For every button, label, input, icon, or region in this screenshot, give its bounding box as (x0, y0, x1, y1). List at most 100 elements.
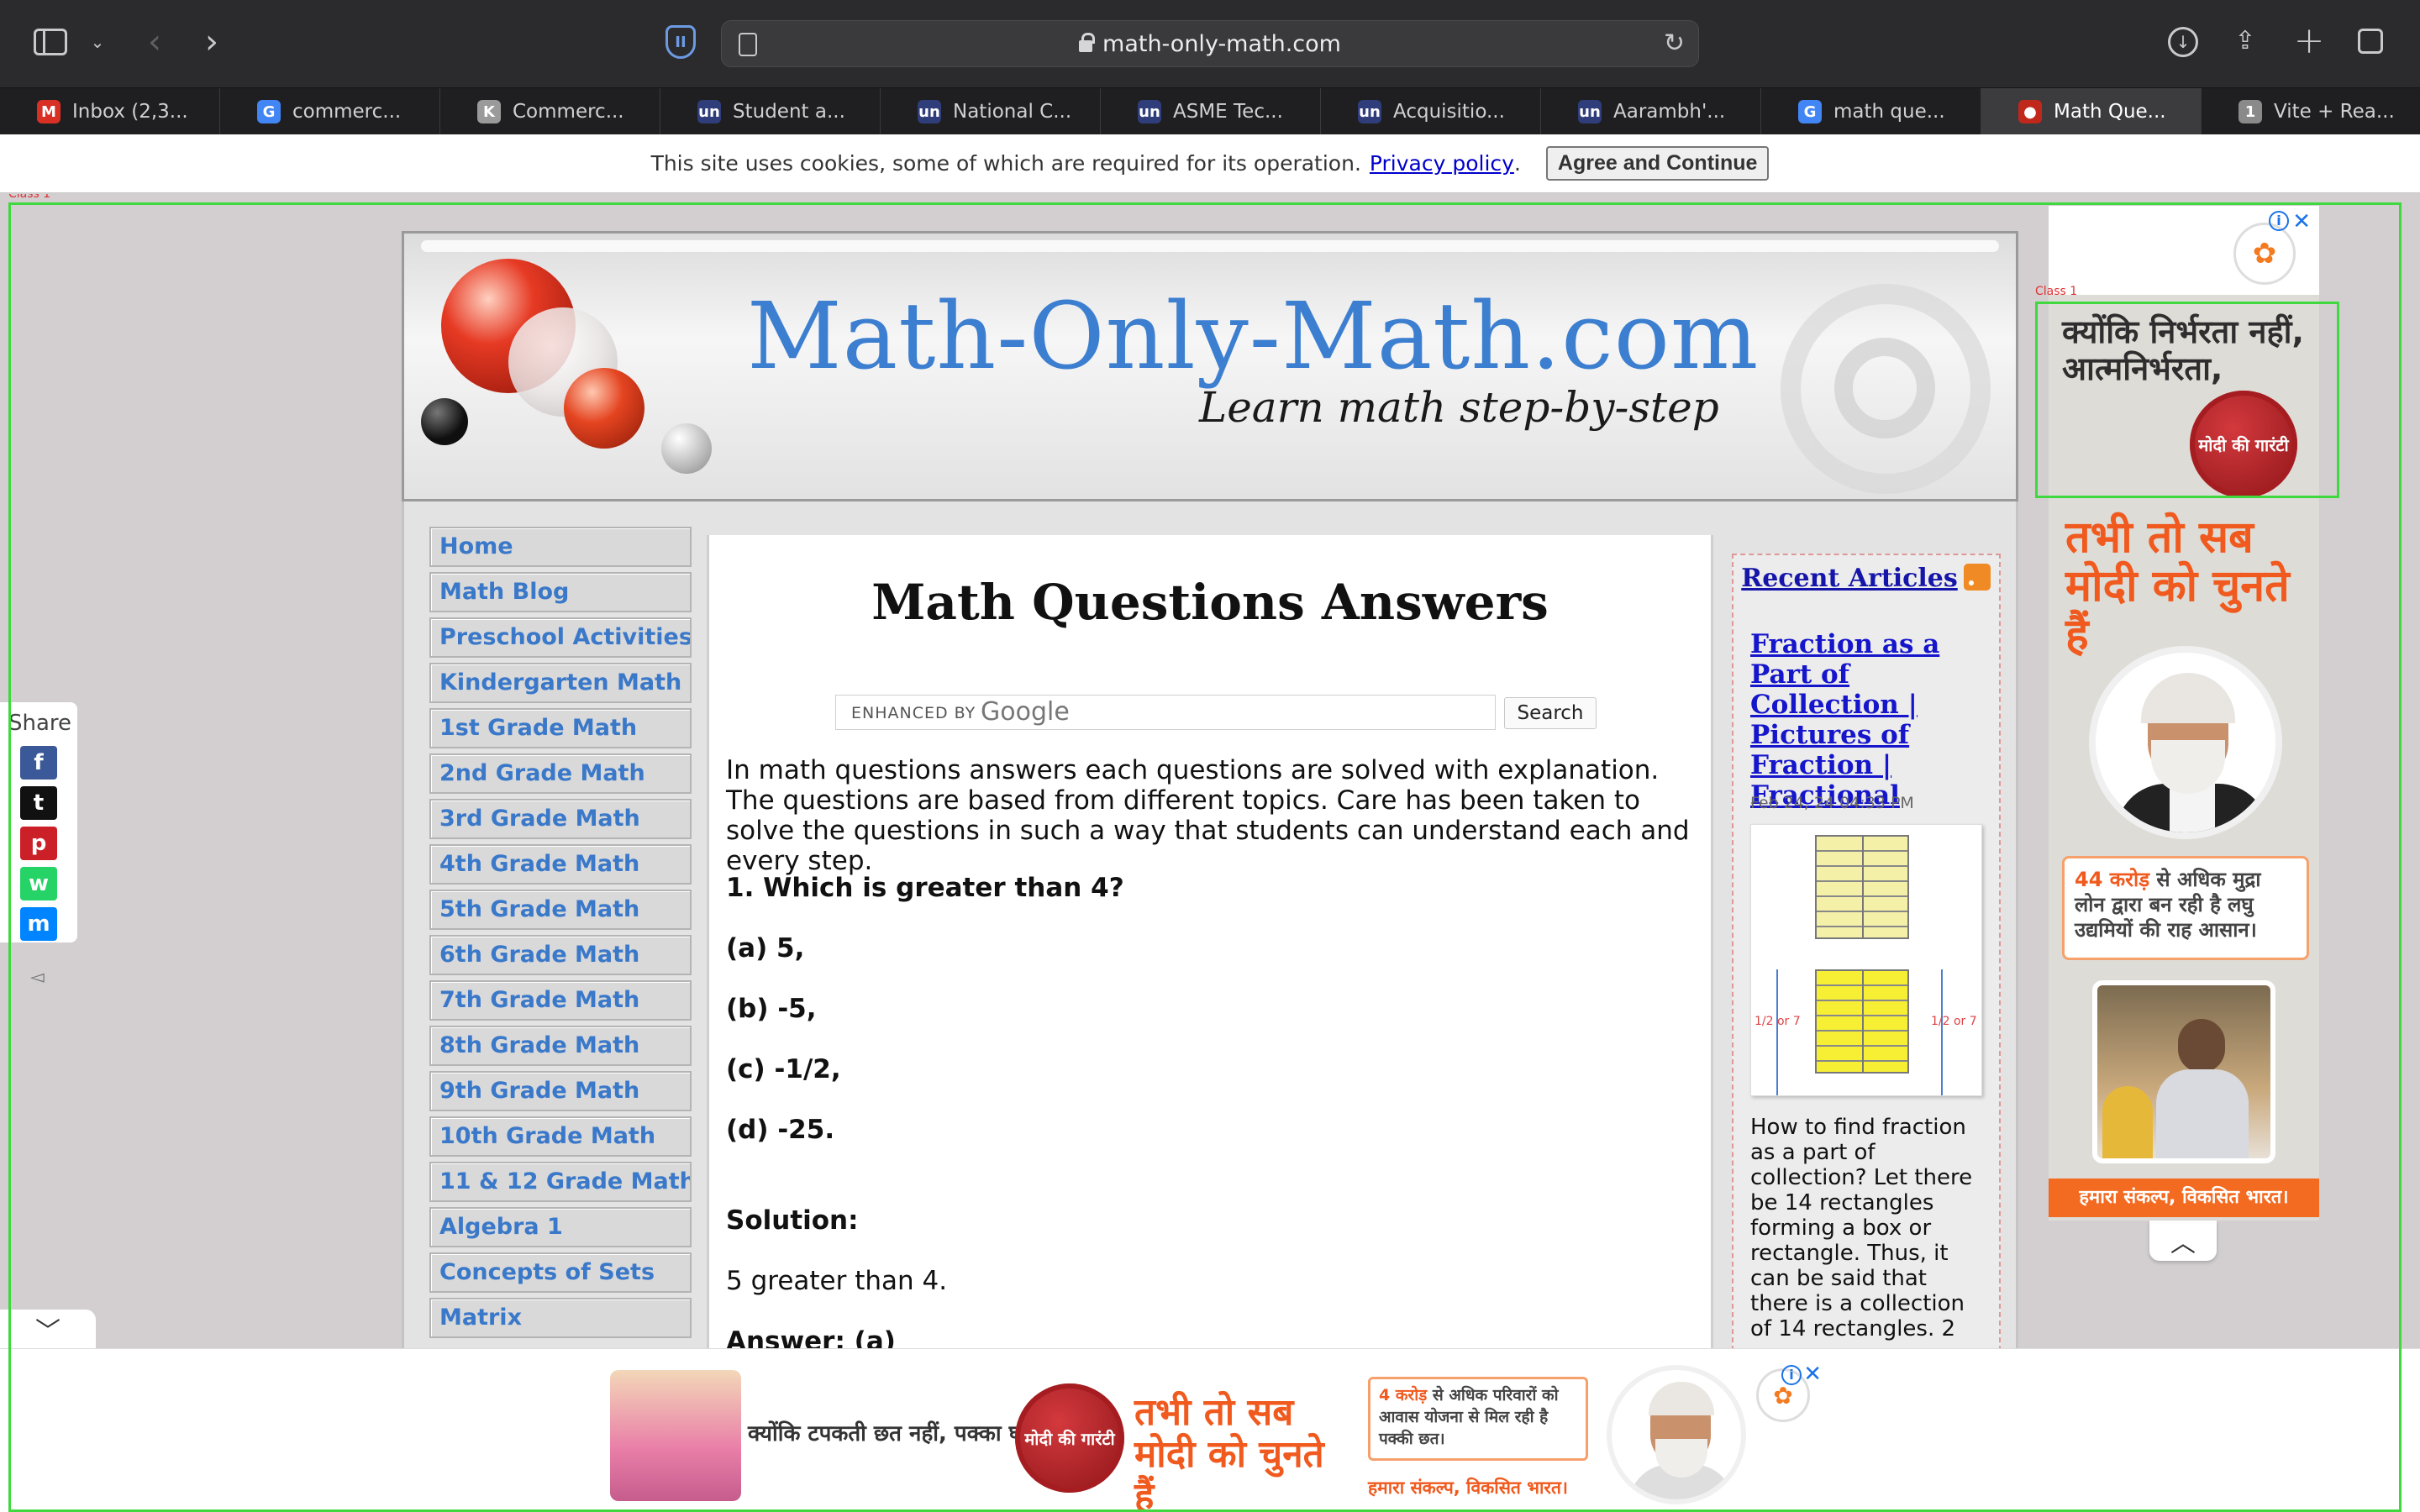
share-label: Share (8, 711, 72, 736)
ad-footer: हमारा संकल्प, विकसित भारत। (2049, 1179, 2319, 1217)
share-bar: Share ftpwm (0, 702, 77, 942)
browser-tab[interactable]: un Acquisitio... (1321, 88, 1541, 135)
decor-ball (564, 368, 644, 449)
recent-article-link[interactable]: Fraction as a Part of Collection | Pictu… (1750, 629, 1994, 811)
nav-item[interactable]: Matrix (429, 1298, 692, 1338)
tab-label: math que... (1833, 101, 1945, 123)
overlay-box-tag: Class 1 (2035, 285, 2078, 298)
google-icon: G (1798, 100, 1822, 123)
ad-promo-card: 44 करोड़ से अधिक मुद्रा लोन द्वारा बन रह… (2062, 856, 2309, 960)
ad-family-photo (610, 1370, 741, 1501)
nav-item[interactable]: Kindergarten Math (429, 663, 692, 703)
nav-item[interactable]: Preschool Activities (429, 617, 692, 658)
cookie-text: This site uses cookies, some of which ar… (650, 151, 1361, 176)
bottom-leader-portrait (1607, 1365, 1746, 1504)
nav-item[interactable]: 11 & 12 Grade Math (429, 1162, 692, 1202)
sidebar-toggle-icon[interactable] (34, 29, 67, 55)
recent-articles-title[interactable]: Recent Articles (1733, 564, 1965, 593)
option-a: (a) 5, (726, 933, 805, 963)
agree-and-continue-button[interactable]: Agree and Continue (1545, 146, 1770, 181)
bottom-close-ad-icon[interactable]: ✕ (1803, 1362, 1822, 1387)
page-content: Math-Only-Math.com Learn math step-by-st… (0, 194, 2420, 1512)
collapse-ad-button[interactable]: ﹀ (0, 1310, 96, 1348)
browser-tab[interactable]: ● Math Que... (1981, 88, 2202, 135)
back-icon[interactable]: ‹ (141, 23, 168, 61)
fraction-grid-bottom (1815, 969, 1909, 1074)
browser-tab[interactable]: Gcommerc... (220, 88, 440, 135)
overlay-box (2035, 302, 2339, 498)
pinterest-share-button[interactable]: p (20, 827, 57, 860)
tab-bar: M Inbox (2,3... Gcommerc... K Commerc... un St… (0, 87, 2420, 135)
rss-icon[interactable] (1964, 564, 1991, 591)
nav-item[interactable]: 2nd Grade Math (429, 753, 692, 794)
privacy-shield-icon[interactable]: II (666, 25, 696, 59)
share-icon[interactable]: ⇪ (2232, 24, 2259, 57)
chevron-down-icon[interactable]: ⌄ (87, 29, 108, 55)
nav-item[interactable]: Concepts of Sets (429, 1252, 692, 1293)
browser-tab[interactable]: un Aarambh'... (1541, 88, 1761, 135)
nav-item[interactable]: 3rd Grade Math (429, 799, 692, 839)
nav-item[interactable]: 9th Grade Math (429, 1071, 692, 1111)
facebook-share-button[interactable]: f (20, 746, 57, 780)
browser-tab[interactable]: Gmath que... (1761, 88, 1981, 135)
gmail-icon: M (37, 100, 60, 123)
browser-tab[interactable]: K Commerc... (440, 88, 660, 135)
twitter-share-button[interactable]: t (20, 786, 57, 820)
nav-item[interactable]: Home (429, 527, 692, 567)
nav-item[interactable]: 4th Grade Math (429, 844, 692, 885)
nav-item[interactable]: 10th Grade Math (429, 1116, 692, 1157)
option-c: (c) -1/2, (726, 1054, 841, 1084)
bottom-ad-tagline: क्योंकि टपकती छत नहीं, पक्का घर, (748, 1421, 1039, 1446)
new-tab-icon[interactable]: + (2292, 19, 2326, 62)
reload-icon[interactable]: ↻ (1664, 31, 1685, 56)
site-header[interactable]: Math-Only-Math.com Learn math step-by-st… (402, 231, 2018, 501)
address-bar[interactable]: math-only-math.com ↻ (721, 20, 1699, 67)
nav-item[interactable]: 8th Grade Math (429, 1026, 692, 1066)
question-text: 1. Which is greater than 4? (726, 873, 1124, 903)
solution-label: Solution: (726, 1205, 859, 1236)
share-collapse-icon[interactable]: ◅ (30, 967, 45, 988)
forward-icon[interactable]: › (198, 23, 225, 61)
tab-overview-icon[interactable] (2358, 29, 2383, 54)
ad-info-icon[interactable]: i (2269, 211, 2289, 231)
browser-tab[interactable]: un National C... (881, 88, 1101, 135)
site-title: Math-Only-Math.com (747, 282, 1760, 390)
bottom-ad-info-icon[interactable]: i (1781, 1365, 1802, 1385)
bottom-card-highlight: 4 करोड़ (1379, 1386, 1428, 1404)
nav-item[interactable]: Math Blog (429, 572, 692, 612)
nav-item[interactable]: 6th Grade Math (429, 935, 692, 975)
browser-tab[interactable]: M Inbox (2,3... (0, 88, 220, 135)
party-logo-icon: ✿ (2233, 223, 2296, 285)
unstop-icon: un (1138, 100, 1161, 123)
privacy-policy-link[interactable]: Privacy policy (1370, 151, 1514, 176)
whatsapp-share-button[interactable]: w (20, 867, 57, 900)
cookie-period: . (1513, 151, 1521, 176)
tab-label: commerc... (292, 101, 402, 123)
messenger-share-button[interactable]: m (20, 907, 57, 941)
search-input[interactable]: ENHANCED BY Google (835, 695, 1496, 730)
nav-item[interactable]: 7th Grade Math (429, 980, 692, 1021)
fraction-label-right: 1/2 or 7 (1931, 1015, 1977, 1028)
decor-ball (421, 398, 468, 445)
download-icon[interactable]: ↓ (2168, 27, 2198, 57)
article-thumbnail[interactable]: 1/2 or 7 1/2 or 7 (1750, 824, 1982, 1096)
lock-icon (1079, 33, 1096, 52)
tab-label: National C... (953, 101, 1072, 123)
browser-tab[interactable]: un Student a... (660, 88, 881, 135)
solution-text: 5 greater than 4. (726, 1266, 948, 1296)
option-d: (d) -25. (726, 1115, 835, 1145)
mathonly-icon: ● (2018, 100, 2042, 123)
close-ad-icon[interactable]: ✕ (2292, 209, 2311, 234)
tab-label: Commerc... (513, 101, 624, 123)
bottom-guarantee-seal: मोदी की गारंटी (1015, 1383, 1124, 1493)
bottom-ad-card: 4 करोड़ से अधिक परिवारों को आवास योजना स… (1368, 1377, 1588, 1461)
bottom-ad[interactable]: क्योंकि टपकती छत नहीं, पक्का घर, मोदी की… (600, 1362, 1822, 1512)
ad-headline: तभी तो सब मोदी को चुनते हैं (2065, 512, 2290, 660)
nav-item[interactable]: 1st Grade Math (429, 708, 692, 748)
nav-item[interactable]: Algebra 1 (429, 1207, 692, 1247)
nav-item[interactable]: 5th Grade Math (429, 890, 692, 930)
scroll-up-button[interactable]: ︿ (2149, 1221, 2217, 1261)
browser-tab[interactable]: un ASME Tec... (1101, 88, 1321, 135)
search-button[interactable]: Search (1504, 697, 1597, 729)
browser-tab[interactable]: 1 Vite + Rea... (2202, 88, 2420, 135)
